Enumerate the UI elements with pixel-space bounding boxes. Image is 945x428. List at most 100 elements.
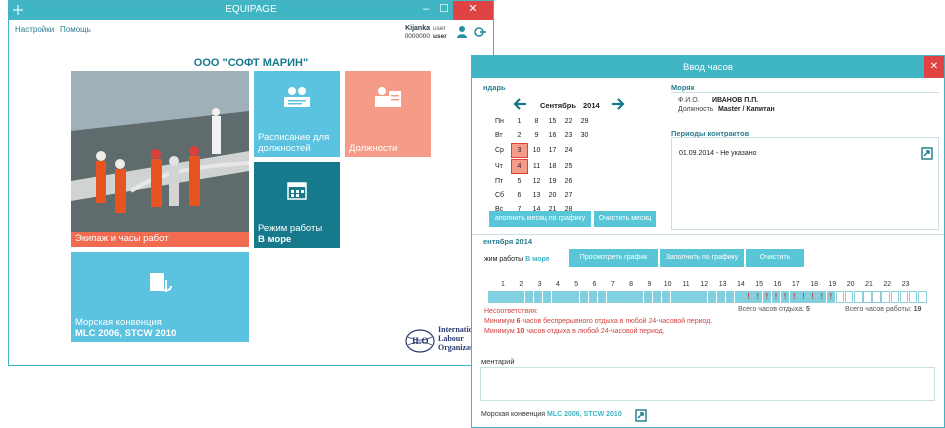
close-button[interactable]: ✕ (453, 1, 493, 20)
logout-icon[interactable] (473, 26, 486, 38)
hour-cell[interactable] (835, 291, 845, 303)
hour-cell[interactable] (918, 291, 927, 303)
view-schedule-button[interactable]: Просмотреть график (569, 249, 658, 267)
minimize-button[interactable]: – (417, 1, 435, 20)
calendar-day[interactable]: 8 (529, 115, 544, 128)
convention-tile[interactable]: Морская конвенция MLC 2006, STCW 2010 (71, 252, 249, 342)
clear-day-button[interactable]: Очистить (746, 249, 804, 267)
calendar-day[interactable]: 30 (577, 129, 592, 142)
comment-textarea[interactable] (480, 367, 935, 401)
hour-cell[interactable] (890, 291, 900, 303)
calendar-day[interactable]: 9 (529, 129, 544, 142)
hour-cell[interactable] (533, 291, 543, 303)
menu-help[interactable]: Помощь (60, 25, 91, 34)
hour-cell[interactable]: ! (808, 291, 817, 303)
hour-cell[interactable] (872, 291, 881, 303)
hour-cell[interactable] (643, 291, 653, 303)
work-mode-row-value[interactable]: В море (525, 256, 550, 263)
hour-cell[interactable] (606, 291, 616, 303)
hour-cell[interactable]: ! (762, 291, 772, 303)
hour-grid[interactable]: !!!!!!!!!! (488, 291, 928, 303)
hour-cell[interactable] (488, 291, 497, 303)
calendar-day[interactable]: 25 (561, 159, 576, 174)
hour-cell[interactable] (524, 291, 534, 303)
calendar-day[interactable]: 24 (561, 143, 576, 158)
fill-schedule-button[interactable]: Заполнить по графику (660, 249, 744, 267)
hour-cell[interactable]: ! (780, 291, 790, 303)
hour-cell[interactable] (552, 291, 561, 303)
open-contract-icon[interactable] (921, 147, 933, 160)
hour-cell[interactable]: ! (826, 291, 836, 303)
hour-cell[interactable]: ! (817, 291, 826, 303)
hour-cell[interactable] (854, 291, 863, 303)
hour-cell[interactable] (616, 291, 625, 303)
hour-cell[interactable] (908, 291, 918, 303)
hour-cell[interactable] (652, 291, 662, 303)
hour-cell[interactable] (561, 291, 570, 303)
hour-cell[interactable] (661, 291, 671, 303)
next-month-icon[interactable] (611, 98, 625, 110)
calendar-day[interactable]: 10 (529, 143, 544, 158)
prev-month-icon[interactable] (513, 98, 527, 110)
hour-cell[interactable] (570, 291, 579, 303)
hour-cell[interactable]: ! (789, 291, 799, 303)
positions-tile[interactable]: Должности (345, 71, 431, 157)
calendar-day[interactable]: 4 (511, 159, 528, 174)
hour-cell[interactable] (844, 291, 854, 303)
hour-cell[interactable] (542, 291, 552, 303)
calendar-day[interactable]: 5 (511, 175, 528, 188)
calendar-day[interactable]: 15 (545, 115, 560, 128)
hour-cell[interactable] (698, 291, 708, 303)
user-icon[interactable] (456, 25, 468, 39)
menu-settings[interactable]: Настройки (15, 25, 54, 34)
fill-month-button[interactable]: аполнить месяц по графику (489, 211, 591, 227)
hours-close-button[interactable]: ✕ (924, 56, 944, 78)
hour-cell[interactable] (515, 291, 525, 303)
calendar-day[interactable]: 19 (545, 175, 560, 188)
hour-cell[interactable] (735, 291, 744, 303)
hour-cell[interactable] (680, 291, 689, 303)
calendar-day[interactable]: 17 (545, 143, 560, 158)
hour-cell[interactable] (588, 291, 598, 303)
calendar-day[interactable]: 29 (577, 115, 592, 128)
hour-cell[interactable] (579, 291, 589, 303)
hour-cell[interactable] (716, 291, 726, 303)
work-mode-tile[interactable]: Режим работы В море (254, 162, 340, 248)
hour-cell[interactable] (725, 291, 735, 303)
hour-cell[interactable] (881, 291, 891, 303)
clear-month-button[interactable]: Очистить месяц (594, 211, 656, 227)
hour-cell[interactable] (689, 291, 698, 303)
calendar-day[interactable]: 11 (529, 159, 544, 174)
contract-item[interactable]: 01.09.2014 - Не указано (679, 150, 757, 157)
hour-cell[interactable]: ! (771, 291, 781, 303)
hour-cell[interactable] (634, 291, 643, 303)
calendar-day[interactable]: 18 (545, 159, 560, 174)
hour-cell[interactable] (863, 291, 872, 303)
hour-cell[interactable] (625, 291, 634, 303)
hour-cell[interactable]: ! (753, 291, 762, 303)
calendar-day[interactable]: 6 (511, 189, 528, 202)
calendar-day[interactable]: 12 (529, 175, 544, 188)
calendar-day[interactable]: 2 (511, 129, 528, 142)
hour-cell[interactable] (899, 291, 909, 303)
hour-cell[interactable] (671, 291, 680, 303)
calendar-day[interactable]: 13 (529, 189, 544, 202)
hour-cell[interactable]: ! (744, 291, 753, 303)
schedule-tile[interactable]: Расписание для должностей (254, 71, 340, 157)
calendar-day[interactable]: 26 (561, 175, 576, 188)
calendar-day[interactable]: 16 (545, 129, 560, 142)
hour-cell[interactable] (506, 291, 515, 303)
calendar-day[interactable]: 27 (561, 189, 576, 202)
calendar-day[interactable]: 22 (561, 115, 576, 128)
crew-tile[interactable]: Экипаж и часы работ (71, 71, 249, 247)
footer-convention-value[interactable]: MLC 2006, STCW 2010 (547, 411, 622, 418)
hour-cell[interactable] (707, 291, 717, 303)
calendar-day[interactable]: 1 (511, 115, 528, 128)
hour-cell[interactable]: ! (799, 291, 808, 303)
calendar-day[interactable]: 23 (561, 129, 576, 142)
hour-cell[interactable] (597, 291, 607, 303)
maximize-button[interactable]: ☐ (435, 1, 453, 20)
calendar-day[interactable]: 3 (511, 143, 528, 158)
calendar-day[interactable]: 20 (545, 189, 560, 202)
hour-cell[interactable] (497, 291, 506, 303)
